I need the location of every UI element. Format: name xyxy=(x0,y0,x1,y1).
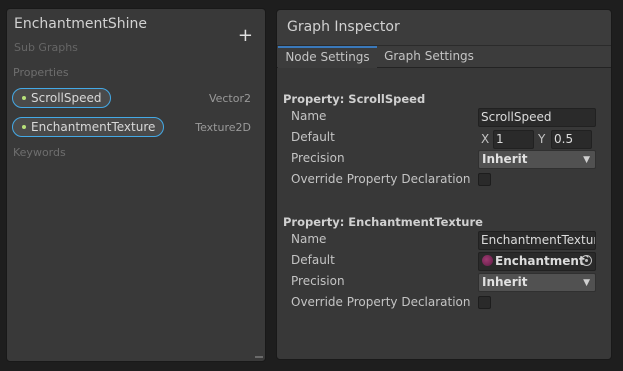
precision-value: Inherit xyxy=(482,152,528,166)
texture-object-name: Enchantment` xyxy=(495,254,591,268)
precision-dropdown[interactable]: Inherit ▼ xyxy=(478,150,596,169)
blackboard-subtitle: Sub Graphs xyxy=(14,41,78,54)
property-dot-icon xyxy=(22,96,26,100)
property-type: Vector2 xyxy=(208,92,251,105)
object-picker-icon[interactable] xyxy=(581,255,592,266)
name-label: Name xyxy=(291,109,327,123)
name-field[interactable]: EnchantmentTextur xyxy=(478,231,596,250)
property-dot-icon xyxy=(22,125,26,129)
override-checkbox[interactable] xyxy=(478,173,491,186)
precision-label: Precision xyxy=(291,151,345,165)
section-header-scrollspeed: Property: ScrollSpeed xyxy=(283,92,426,106)
dropdown-caret-icon: ▼ xyxy=(583,155,590,165)
add-property-button[interactable]: + xyxy=(238,27,253,45)
inspector-title: Graph Inspector xyxy=(287,19,400,35)
precision-dropdown[interactable]: Inherit ▼ xyxy=(478,273,596,292)
texture-object-field[interactable]: Enchantment` xyxy=(478,252,596,271)
property-pill-enchantmenttexture[interactable]: EnchantmentTexture xyxy=(12,117,165,137)
dropdown-caret-icon: ▼ xyxy=(583,278,590,288)
default-label: Default xyxy=(291,130,335,144)
tab-graph-settings[interactable]: Graph Settings xyxy=(379,46,479,67)
properties-header: Properties xyxy=(13,66,69,79)
blackboard-panel: EnchantmentShine Sub Graphs + Properties… xyxy=(6,8,266,362)
tab-node-settings[interactable]: Node Settings xyxy=(278,46,377,69)
property-name: ScrollSpeed xyxy=(31,91,102,105)
inspector-titlebar: Graph Inspector xyxy=(277,10,611,46)
property-name: EnchantmentTexture xyxy=(31,120,156,134)
graph-inspector-panel: Graph Inspector Node Settings Graph Sett… xyxy=(276,9,612,360)
precision-value: Inherit xyxy=(482,275,528,289)
name-field[interactable]: ScrollSpeed xyxy=(478,108,596,127)
default-y-field[interactable]: 0.5 xyxy=(551,130,592,149)
default-label: Default xyxy=(291,253,335,267)
override-checkbox[interactable] xyxy=(478,296,491,309)
default-x-field[interactable]: 1 xyxy=(493,130,534,149)
resize-handle[interactable] xyxy=(255,356,263,358)
inspector-tabs: Node Settings Graph Settings xyxy=(277,46,611,69)
blackboard-title: EnchantmentShine xyxy=(14,16,147,32)
override-label: Override Property Declaration xyxy=(291,295,471,309)
name-label: Name xyxy=(291,232,327,246)
property-type: Texture2D xyxy=(195,121,251,134)
y-label: Y xyxy=(538,132,546,146)
section-header-enchantmenttexture: Property: EnchantmentTexture xyxy=(283,215,483,229)
override-label: Override Property Declaration xyxy=(291,172,471,186)
x-label: X xyxy=(481,132,490,146)
property-pill-scrollspeed[interactable]: ScrollSpeed xyxy=(12,88,111,108)
keywords-header: Keywords xyxy=(13,146,66,159)
texture-icon xyxy=(482,255,493,266)
precision-label: Precision xyxy=(291,274,345,288)
inspector-body: Property: ScrollSpeed Name ScrollSpeed D… xyxy=(277,68,611,359)
